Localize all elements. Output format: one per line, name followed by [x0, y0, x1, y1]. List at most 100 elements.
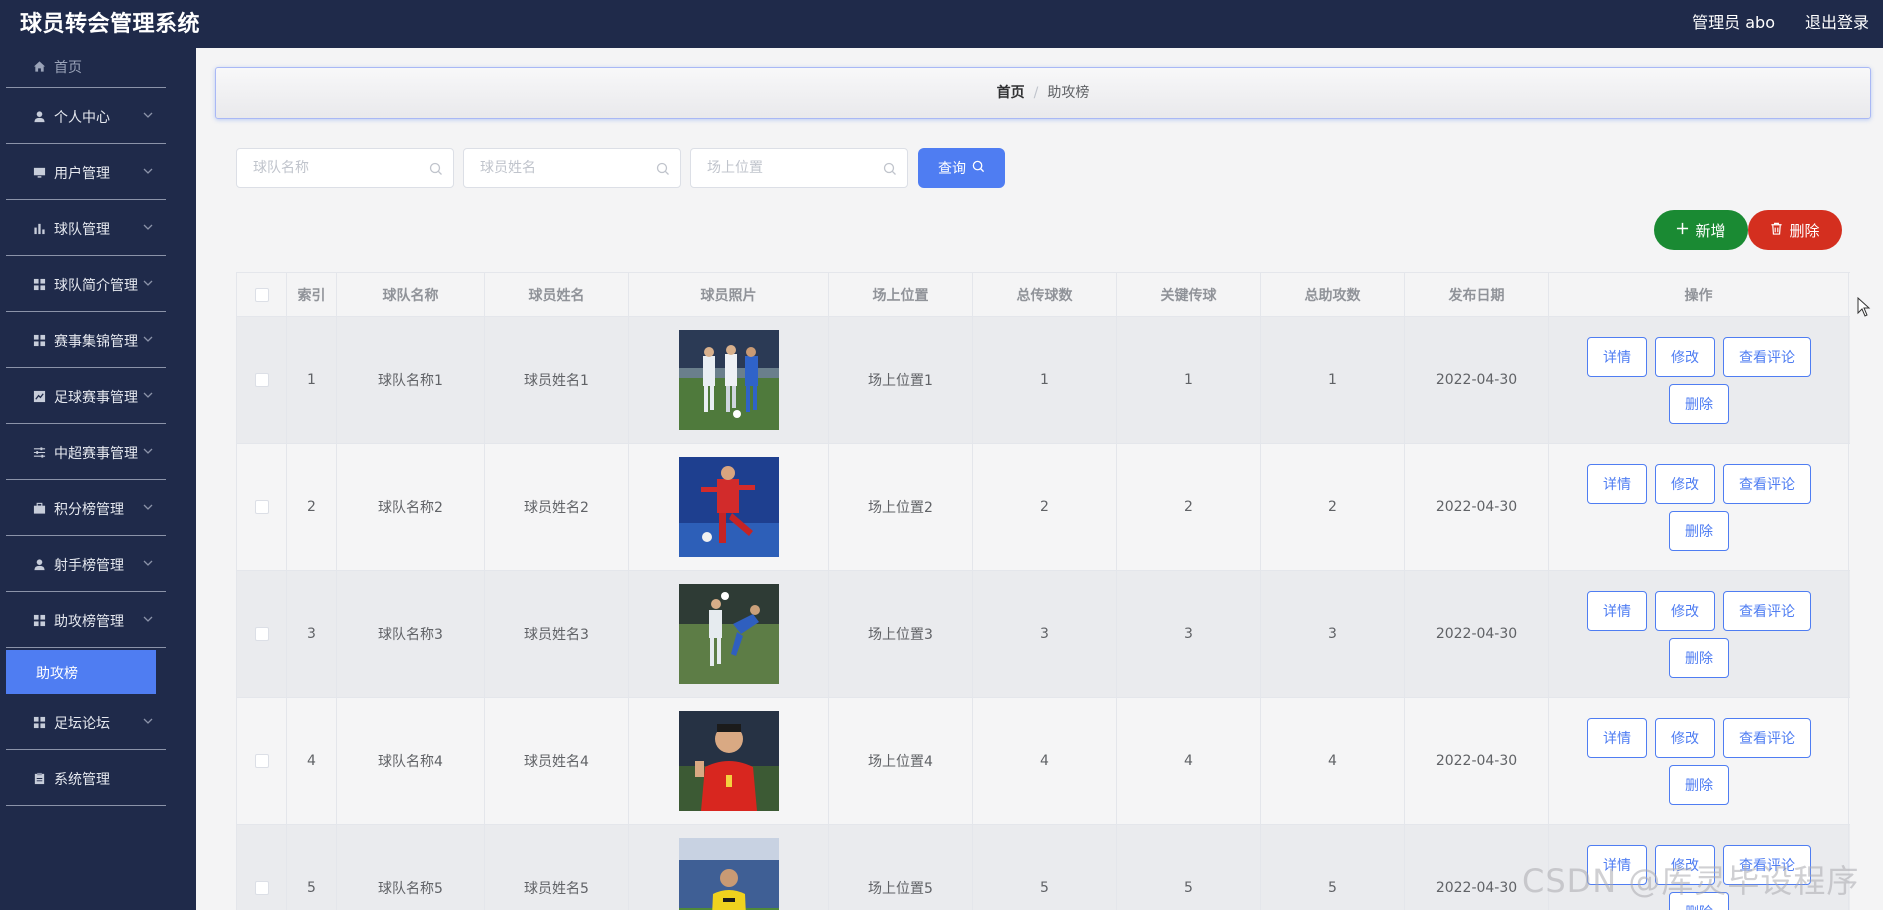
cell-date: 2022-04-30 — [1405, 444, 1549, 570]
sidebar-item-assists-management[interactable]: 助攻榜管理 — [6, 592, 166, 648]
cell-passes: 3 — [973, 571, 1117, 697]
col-key-passes: 关键传球 — [1117, 273, 1261, 316]
top-header: 球员转会管理系统 管理员 abo 退出登录 — [0, 0, 1883, 48]
delete-button-label: 删除 — [1789, 221, 1820, 240]
row-delete-button[interactable]: 删除 — [1669, 384, 1729, 424]
view-comments-button[interactable]: 查看评论 — [1723, 337, 1811, 377]
search-icon — [972, 160, 985, 177]
col-actions: 操作 — [1549, 273, 1849, 316]
sliders-icon — [32, 445, 46, 459]
row-delete-button[interactable]: 删除 — [1669, 892, 1729, 910]
sidebar-item-team-intro-management[interactable]: 球队简介管理 — [6, 256, 166, 312]
row-checkbox[interactable] — [254, 373, 269, 387]
detail-button[interactable]: 详情 — [1587, 464, 1647, 504]
cell-index: 5 — [287, 825, 337, 910]
cell-position: 场上位置1 — [829, 317, 973, 443]
sidebar-item-label: 球队简介管理 — [54, 278, 138, 294]
row-delete-button[interactable]: 删除 — [1669, 511, 1729, 551]
view-comments-button[interactable]: 查看评论 — [1723, 845, 1811, 885]
cell-index: 4 — [287, 698, 337, 824]
position-search-field — [690, 148, 908, 188]
table-header: 索引 球队名称 球员姓名 球员照片 场上位置 总传球数 关键传球 总助攻数 发布… — [237, 273, 1850, 317]
cell-position: 场上位置5 — [829, 825, 973, 910]
cell-passes: 1 — [973, 317, 1117, 443]
view-comments-button[interactable]: 查看评论 — [1723, 718, 1811, 758]
sidebar-item-standings-management[interactable]: 积分榜管理 — [6, 480, 166, 536]
view-comments-button[interactable]: 查看评论 — [1723, 464, 1811, 504]
assists-table: 索引 球队名称 球员姓名 球员照片 场上位置 总传球数 关键传球 总助攻数 发布… — [236, 272, 1850, 910]
row-checkbox[interactable] — [254, 627, 269, 641]
edit-button[interactable]: 修改 — [1655, 845, 1715, 885]
sidebar-item-label: 足球赛事管理 — [54, 390, 138, 406]
row-checkbox[interactable] — [254, 500, 269, 514]
sidebar-item-csl-match-management[interactable]: 中超赛事管理 — [6, 424, 166, 480]
sidebar-item-personal-center[interactable]: 个人中心 — [6, 88, 166, 144]
player-search-input[interactable] — [464, 149, 680, 187]
player-search-field — [463, 148, 681, 188]
cell-photo — [629, 571, 829, 697]
query-button[interactable]: 查询 — [918, 148, 1005, 188]
sidebar-item-label: 助攻榜管理 — [54, 614, 124, 630]
edit-button[interactable]: 修改 — [1655, 718, 1715, 758]
sidebar-item-highlights-management[interactable]: 赛事集锦管理 — [6, 312, 166, 368]
table-row: 5 球队名称5 球员姓名5 场上位置5 5 5 5 2022-04-30 详情 … — [237, 825, 1850, 910]
cell-key-passes: 4 — [1117, 698, 1261, 824]
cell-player: 球员姓名1 — [485, 317, 629, 443]
detail-button[interactable]: 详情 — [1587, 845, 1647, 885]
cell-team: 球队名称2 — [337, 444, 485, 570]
sidebar-item-football-forum[interactable]: 足坛论坛 — [6, 694, 166, 750]
view-comments-button[interactable]: 查看评论 — [1723, 591, 1811, 631]
sidebar-subitem-assists-board[interactable]: 助攻榜 — [6, 650, 156, 694]
chevron-down-icon — [142, 277, 156, 291]
cell-actions: 详情 修改 查看评论 删除 — [1549, 571, 1849, 697]
sidebar-item-scorers-management[interactable]: 射手榜管理 — [6, 536, 166, 592]
monitor-icon — [32, 165, 46, 179]
grid-icon — [32, 715, 46, 729]
row-checkbox[interactable] — [254, 754, 269, 768]
cell-position: 场上位置2 — [829, 444, 973, 570]
cell-position: 场上位置3 — [829, 571, 973, 697]
sidebar-subitem-label: 助攻榜 — [36, 666, 78, 682]
select-all-checkbox[interactable] — [254, 287, 269, 302]
row-delete-button[interactable]: 删除 — [1669, 765, 1729, 805]
sidebar-item-team-management[interactable]: 球队管理 — [6, 200, 166, 256]
cell-team: 球队名称3 — [337, 571, 485, 697]
cell-index: 2 — [287, 444, 337, 570]
add-button[interactable]: 新增 — [1654, 210, 1748, 250]
cell-key-passes: 3 — [1117, 571, 1261, 697]
sidebar-item-home[interactable]: 首页 — [6, 52, 166, 88]
sidebar-item-system-management[interactable]: 系统管理 — [6, 750, 166, 806]
breadcrumb-home[interactable]: 首页 — [997, 85, 1025, 101]
chevron-down-icon — [142, 221, 156, 235]
detail-button[interactable]: 详情 — [1587, 591, 1647, 631]
batch-delete-button[interactable]: 删除 — [1748, 210, 1842, 250]
player-photo — [678, 711, 779, 811]
row-checkbox[interactable] — [254, 881, 269, 895]
sidebar-item-label: 用户管理 — [54, 166, 110, 182]
add-button-label: 新增 — [1695, 221, 1726, 240]
logout-link[interactable]: 退出登录 — [1805, 9, 1869, 33]
plus-icon — [1676, 221, 1689, 239]
chevron-down-icon — [142, 109, 156, 123]
cell-passes: 5 — [973, 825, 1117, 910]
edit-button[interactable]: 修改 — [1655, 464, 1715, 504]
row-delete-button[interactable]: 删除 — [1669, 638, 1729, 678]
cell-assists: 4 — [1261, 698, 1405, 824]
edit-button[interactable]: 修改 — [1655, 591, 1715, 631]
chevron-down-icon — [142, 715, 156, 729]
sidebar-item-label: 个人中心 — [54, 110, 110, 126]
detail-button[interactable]: 详情 — [1587, 337, 1647, 377]
sidebar-item-football-match-management[interactable]: 足球赛事管理 — [6, 368, 166, 424]
cell-photo — [629, 825, 829, 910]
sidebar-item-label: 首页 — [54, 60, 82, 76]
grid-icon — [32, 333, 46, 347]
edit-button[interactable]: 修改 — [1655, 337, 1715, 377]
position-search-input[interactable] — [691, 149, 907, 187]
detail-button[interactable]: 详情 — [1587, 718, 1647, 758]
sidebar-item-user-management[interactable]: 用户管理 — [6, 144, 166, 200]
select-all-cell — [237, 273, 287, 316]
current-user: 管理员 abo — [1692, 13, 1775, 32]
team-search-input[interactable] — [237, 149, 453, 187]
cell-passes: 2 — [973, 444, 1117, 570]
cell-player: 球员姓名5 — [485, 825, 629, 910]
